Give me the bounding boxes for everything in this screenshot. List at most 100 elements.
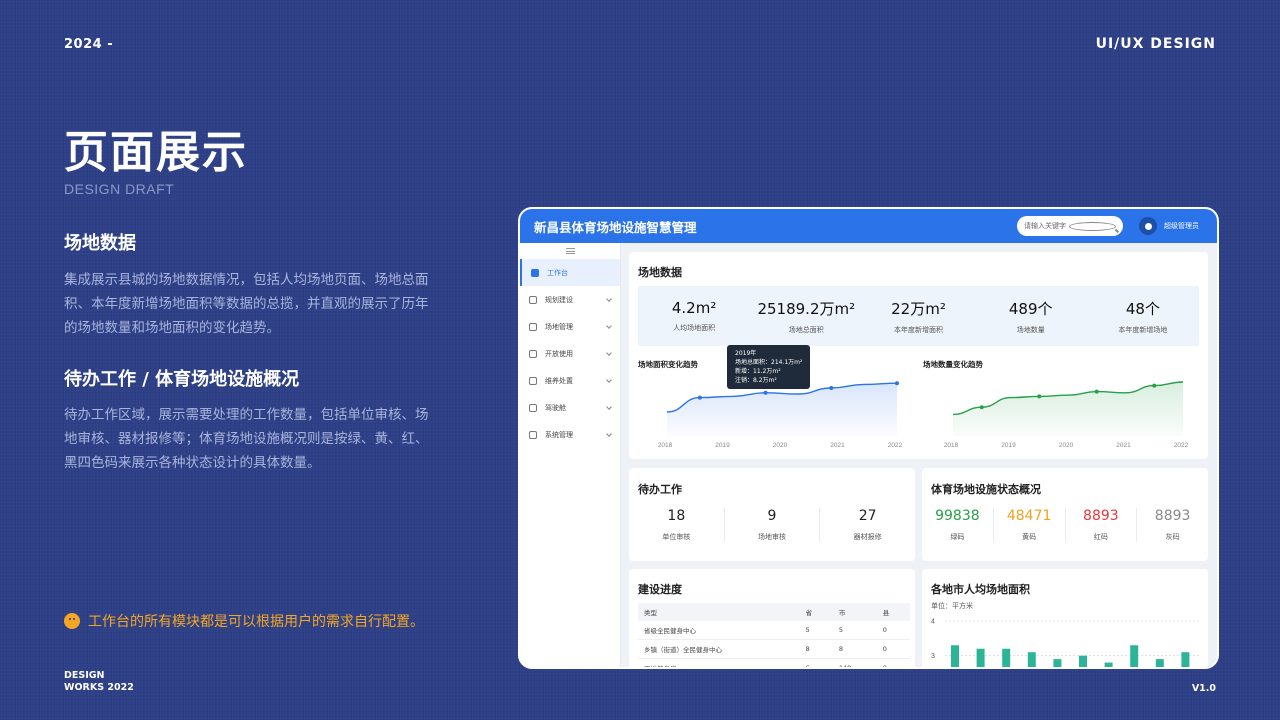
- section-desc-venue: 集成展示县城的场地数据情况，包括人均场地页面、场地总面积、本年度新增场地面积等数…: [64, 272, 429, 336]
- table-cell: 0: [876, 621, 910, 640]
- bar[interactable]: [1002, 648, 1011, 669]
- chevron-down-icon[interactable]: [606, 295, 612, 302]
- count-chart-point[interactable]: [979, 405, 984, 410]
- facility-item[interactable]: 99838 绿码: [922, 508, 994, 542]
- sidebar-item-3[interactable]: 开放使用: [520, 340, 620, 367]
- facility-item[interactable]: 8893 红码: [1066, 508, 1138, 542]
- area-chart-area-fill: [667, 383, 897, 436]
- area-chart-point[interactable]: [697, 395, 702, 400]
- progress-card-title: 建设进度: [638, 583, 682, 596]
- facility-item[interactable]: 8893 灰码: [1137, 508, 1208, 542]
- sidebar-item-6[interactable]: 系统管理: [520, 421, 620, 448]
- area-chart-x-tick: 2022: [888, 442, 903, 449]
- facility-count: 99838: [935, 508, 980, 524]
- bar[interactable]: [1181, 652, 1190, 669]
- bar-y-tick: 3: [931, 653, 935, 660]
- table-row[interactable]: 乡镇（街道）全民健身中心 8 8 0: [638, 639, 910, 659]
- sidebar-item-5[interactable]: 驾驶舱: [520, 394, 620, 421]
- todo-label: 器材报修: [853, 533, 882, 541]
- bar[interactable]: [1027, 652, 1036, 669]
- year-label: 2024 -: [64, 37, 114, 52]
- area-chart-point[interactable]: [763, 390, 768, 395]
- count-trend-chart: 2018 2019 2020 2021 2022: [944, 381, 1189, 449]
- table-cell: 5: [799, 621, 833, 640]
- venue-icon: [529, 322, 537, 331]
- column-header: 县: [876, 603, 910, 621]
- stat-item: 22万m² 本年度新增面积: [862, 286, 974, 346]
- count-chart-x-tick: 2022: [1174, 442, 1189, 449]
- facility-label: 红码: [1093, 533, 1108, 541]
- venue-card-title: 场地数据: [638, 266, 682, 279]
- column-header: 市: [832, 603, 877, 621]
- sidebar-item-label: 规划建设: [545, 295, 573, 304]
- search-placeholder: 请输入关键字: [1024, 222, 1066, 230]
- user-name[interactable]: 超级管理员: [1164, 221, 1199, 231]
- search-icon[interactable]: [1069, 221, 1116, 231]
- area-chart-point[interactable]: [895, 381, 899, 386]
- count-chart-point[interactable]: [1094, 389, 1099, 394]
- todo-item[interactable]: 18 单位审核: [629, 508, 725, 542]
- count-chart-point[interactable]: [1152, 383, 1157, 388]
- stat-item: 25189.2万m² 场地总面积: [750, 286, 862, 346]
- chevron-down-icon[interactable]: [606, 376, 612, 383]
- facility-item[interactable]: 48471 黄码: [994, 508, 1066, 542]
- sidebar-item-2[interactable]: 场地管理: [520, 313, 620, 340]
- table-cell: 百姓健身房: [638, 658, 800, 667]
- bar[interactable]: [1130, 645, 1139, 669]
- section-title-venue: 场地数据: [64, 233, 136, 254]
- count-chart-x-tick: 2020: [1059, 442, 1074, 449]
- area-chart-point[interactable]: [829, 386, 834, 390]
- chart-tooltip: 2019年 场地总面积：214.1万m² 新增：11.2万m² 注销：8.2万m…: [727, 345, 811, 389]
- todo-item[interactable]: 27 器材报修: [820, 508, 915, 542]
- search-input[interactable]: 请输入关键字: [1017, 216, 1123, 236]
- count-chart-point[interactable]: [1037, 394, 1042, 399]
- count-chart-area-fill: [953, 382, 1183, 436]
- sidebar-item-0[interactable]: 工作台: [520, 259, 620, 286]
- sidebar-item-label: 场地管理: [545, 322, 573, 331]
- todo-label: 场地审核: [758, 533, 786, 541]
- tooltip-added: 新增：11.2万m²: [735, 368, 781, 375]
- bar[interactable]: [1104, 662, 1113, 669]
- open-icon: [529, 349, 537, 358]
- todo-label: 单位审核: [662, 533, 691, 541]
- stat-label: 本年度新增面积: [894, 325, 943, 334]
- chevron-down-icon[interactable]: [606, 349, 612, 356]
- bar[interactable]: [1155, 659, 1164, 669]
- table-cell: 0: [876, 658, 910, 667]
- app-window: 新昌县体育场地设施智慧管理 请输入关键字 超级管理员 工作台 规划建设 场地管理 开放…: [518, 207, 1219, 669]
- sidebar-item-4[interactable]: 维养处置: [520, 367, 620, 394]
- stat-value: 4.2m²: [671, 299, 717, 317]
- maintain-icon: [529, 376, 537, 385]
- sidebar-item-1[interactable]: 规划建设: [520, 286, 620, 313]
- menu-collapse-icon[interactable]: [565, 248, 575, 254]
- table-row[interactable]: 省级全民健身中心 5 5 0: [638, 621, 910, 640]
- todo-count: 18: [667, 508, 686, 524]
- bar[interactable]: [1053, 659, 1062, 669]
- table-cell: 148: [832, 658, 877, 667]
- stat-item: 489个 场地数量: [975, 286, 1087, 346]
- section-desc-todo: 待办工作区域，展示需要处理的工作数量，包括单位审核、场地审核、器材报修等；体育场…: [64, 407, 429, 471]
- todo-item[interactable]: 9 场地审核: [725, 508, 821, 542]
- bar[interactable]: [1079, 655, 1087, 669]
- per-capita-card: 各地市人均场地面积 单位：平方米 43: [922, 569, 1208, 669]
- section-title-todo: 待办工作 / 体育场地设施概况: [64, 369, 300, 390]
- plan-icon: [529, 295, 537, 304]
- collapse-toggle[interactable]: [520, 243, 620, 259]
- venue-stats: 4.2m² 人均场地面积 25189.2万m² 场地总面积 22万m² 本年度新增面积 48…: [638, 286, 1199, 346]
- avatar[interactable]: [1139, 217, 1157, 235]
- table-row[interactable]: 百姓健身房 6 148 0: [638, 658, 910, 667]
- bar[interactable]: [951, 645, 959, 669]
- chevron-down-icon[interactable]: [606, 430, 612, 437]
- chevron-down-icon[interactable]: [606, 403, 612, 410]
- facility-status-card: 体育场地设施状态概况 99838 绿码 48471 黄码 8893 红码 8893 灰码: [922, 468, 1208, 561]
- sidebar-item-label: 工作台: [547, 268, 568, 277]
- chevron-down-icon[interactable]: [606, 322, 612, 329]
- bar[interactable]: [976, 648, 985, 669]
- per-capita-card-title: 各地市人均场地面积: [931, 583, 1030, 596]
- todo-card-title: 待办工作: [638, 483, 682, 496]
- footer-design-works: DESIGN WORKS 2022: [64, 670, 134, 694]
- todo-card: 待办工作 18 单位审核 9 场地审核 27 器材报修: [629, 468, 915, 561]
- progress-table: 类型省市县 省级全民健身中心 5 5 0 乡镇（街道）全民健身中心 8 8 0 百姓健身房 6 14…: [638, 603, 910, 667]
- facility-count: 8893: [1154, 508, 1191, 524]
- area-chart-x-tick: 2020: [773, 442, 788, 449]
